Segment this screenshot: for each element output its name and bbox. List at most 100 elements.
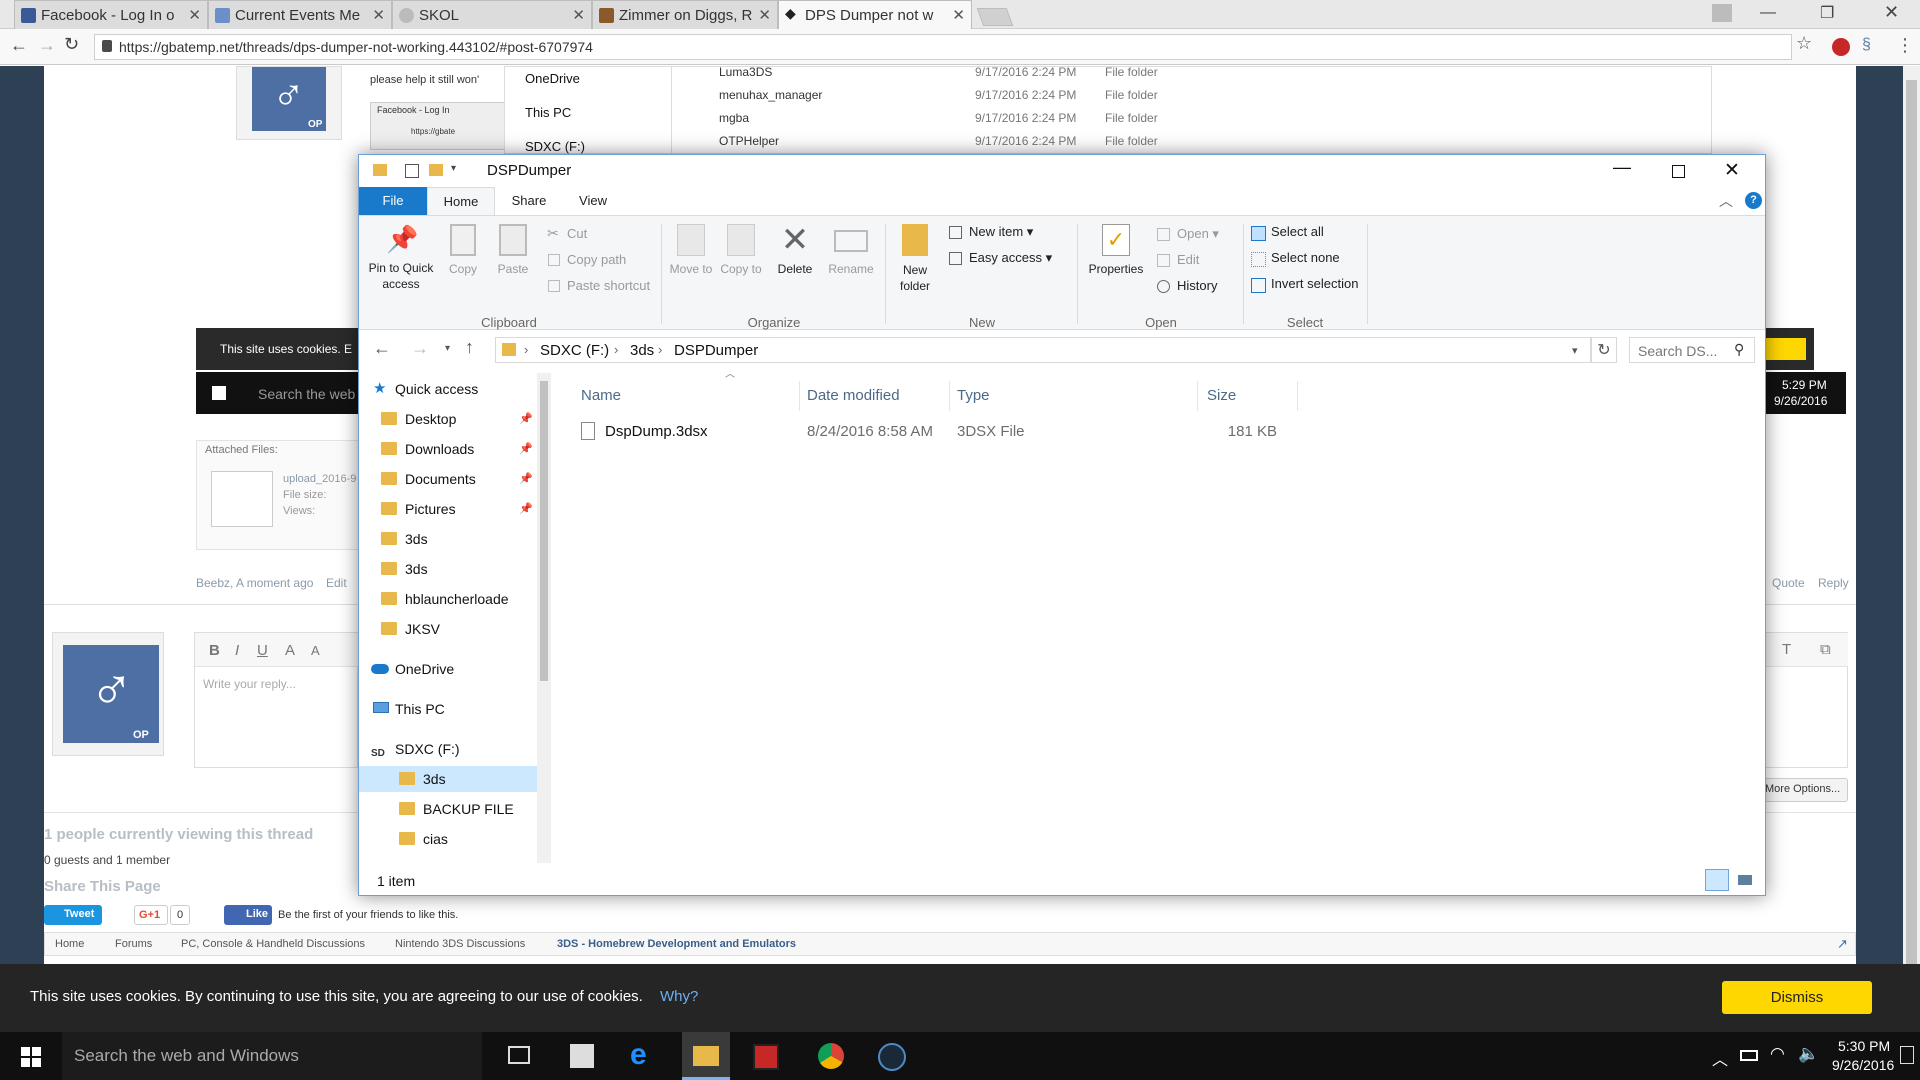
column-type[interactable]: Type — [957, 387, 990, 404]
profile-icon[interactable] — [1712, 4, 1732, 22]
back-arrow-icon[interactable]: ← — [373, 338, 391, 359]
close-icon[interactable]: ✕ — [1724, 159, 1740, 182]
column-divider[interactable] — [799, 381, 800, 411]
chevron-up-icon[interactable]: ︿ — [1712, 1046, 1728, 1070]
pin-icon[interactable]: 📌 — [519, 466, 533, 492]
address-bar[interactable]: https://gbatemp.net/threads/dps-dumper-n… — [94, 34, 1792, 60]
maximize-icon[interactable] — [1672, 165, 1685, 178]
close-window-icon[interactable]: ✕ — [1884, 2, 1899, 23]
new-folder-button[interactable]: New folder — [891, 222, 939, 294]
pin-to-quick-access-button[interactable]: 📌 Pin to Quick access — [365, 222, 437, 292]
nav-hblauncherloader[interactable]: hblauncherloade — [369, 586, 537, 612]
tab-file[interactable]: File — [359, 187, 427, 215]
close-tab-icon[interactable]: ✕ — [372, 6, 385, 24]
up-arrow-icon[interactable]: ↑ — [465, 337, 474, 358]
nav-3ds-selected[interactable]: 3ds — [359, 766, 537, 792]
edit-button[interactable]: Edit — [1155, 252, 1199, 267]
browser-tab-facebook[interactable]: Facebook - Log In o ✕ — [14, 0, 208, 29]
post-edit-link[interactable]: Edit — [326, 576, 347, 590]
close-tab-icon[interactable]: ✕ — [758, 6, 771, 24]
close-tab-icon[interactable]: ✕ — [952, 6, 965, 24]
breadcrumb-separator-icon[interactable]: › — [524, 342, 528, 357]
taskbar-search-box[interactable]: Search the web and Windows — [62, 1032, 482, 1080]
nav-scrollbar[interactable] — [537, 373, 551, 863]
invert-selection-button[interactable]: Invert selection — [1249, 276, 1358, 293]
reload-icon[interactable]: ↻ — [64, 34, 79, 55]
properties-quick-icon[interactable] — [405, 164, 419, 178]
italic-button[interactable]: I — [235, 642, 239, 659]
help-icon[interactable]: ? — [1745, 192, 1762, 209]
source-mode-icon[interactable]: ⧉ — [1820, 641, 1831, 658]
font-color-button[interactable]: A — [285, 642, 295, 659]
menu-icon[interactable]: ⋮ — [1896, 35, 1914, 56]
cut-button[interactable]: ✂ Cut — [545, 225, 587, 241]
nav-quick-access[interactable]: ★ Quick access — [359, 376, 537, 402]
breadcrumb-separator-icon[interactable]: › — [614, 342, 618, 357]
page-scrollbar[interactable] — [1903, 66, 1920, 1032]
nav-backup-file[interactable]: BACKUP FILE — [359, 796, 537, 822]
paste-shortcut-button[interactable]: Paste shortcut — [545, 278, 650, 293]
column-size[interactable]: Size — [1207, 387, 1236, 404]
breadcrumb-dspdumper[interactable]: DSPDumper — [674, 342, 758, 359]
scrollbar-thumb[interactable] — [1906, 80, 1917, 990]
breadcrumb-forums[interactable]: Forums — [115, 938, 152, 950]
breadcrumb-3ds-discussions[interactable]: Nintendo 3DS Discussions — [395, 938, 525, 950]
collapse-ribbon-icon[interactable]: ︿ — [1719, 191, 1733, 211]
reply-editor[interactable]: B I U A A Write your reply... — [194, 632, 359, 768]
font-size-button[interactable]: A — [311, 643, 320, 658]
windows-start-icon[interactable] — [21, 1047, 41, 1067]
forward-arrow-icon[interactable]: → — [38, 35, 56, 56]
nav-pictures[interactable]: Pictures 📌 — [369, 496, 537, 522]
breadcrumb-separator-icon[interactable]: › — [658, 342, 662, 357]
nav-jksv[interactable]: JKSV — [369, 616, 537, 642]
open-button[interactable]: Open ▾ — [1155, 226, 1219, 242]
select-all-button[interactable]: Select all — [1249, 224, 1324, 241]
extension-icon[interactable] — [1832, 38, 1850, 56]
google-plus-button[interactable]: G+1 — [134, 905, 168, 925]
wifi-icon[interactable]: ◠ — [1770, 1044, 1785, 1064]
select-none-button[interactable]: Select none — [1249, 250, 1340, 267]
browser-tab-skol[interactable]: SKOL ✕ — [392, 0, 592, 29]
nav-this-pc[interactable]: This PC — [359, 696, 537, 722]
avatar[interactable]: ♂ OP — [252, 67, 326, 131]
store-icon[interactable] — [570, 1044, 594, 1068]
more-options-button[interactable]: More Options... — [1758, 778, 1848, 802]
nav-3ds[interactable]: 3ds — [369, 556, 537, 582]
minimize-icon[interactable]: — — [1613, 157, 1631, 178]
forward-arrow-icon[interactable]: → — [411, 338, 429, 359]
pin-icon[interactable]: 📌 — [519, 406, 533, 432]
bookmark-star-icon[interactable]: ☆ — [1796, 33, 1812, 54]
extension-icon[interactable]: § — [1862, 36, 1871, 54]
volume-icon[interactable]: 🔈 — [1798, 1044, 1819, 1064]
breadcrumb-pc-console[interactable]: PC, Console & Handheld Discussions — [181, 938, 365, 950]
search-input[interactable]: Search DS... ⚲ — [1629, 337, 1755, 363]
easy-access-button[interactable]: Easy access ▾ — [947, 250, 1052, 266]
new-tab-button[interactable] — [976, 8, 1014, 26]
minimize-window-icon[interactable]: — — [1760, 4, 1776, 22]
browser-tab-current-events[interactable]: Current Events Me ✕ — [208, 0, 392, 29]
refresh-icon[interactable]: ↻ — [1591, 337, 1617, 363]
bold-button[interactable]: B — [209, 642, 220, 659]
column-name[interactable]: Name — [581, 387, 621, 404]
customize-toolbar-icon[interactable]: ▾ — [451, 163, 456, 174]
breadcrumb-sdxc[interactable]: SDXC (F:) — [540, 342, 609, 359]
nav-cias[interactable]: cias — [359, 826, 537, 852]
recent-locations-chevron-icon[interactable]: ▾ — [445, 343, 450, 354]
breadcrumb-3ds[interactable]: 3ds — [630, 342, 654, 359]
pin-icon[interactable]: 📌 — [519, 496, 533, 522]
copy-path-button[interactable]: Copy path — [545, 252, 626, 267]
facebook-like-button[interactable]: Like — [224, 905, 272, 925]
close-tab-icon[interactable]: ✕ — [188, 6, 201, 24]
column-divider[interactable] — [1297, 381, 1298, 411]
pin-icon[interactable]: 📌 — [519, 436, 533, 462]
taskbar-clock[interactable]: 5:30 PM 9/26/2016 — [1832, 1036, 1894, 1076]
nav-downloads[interactable]: Downloads 📌 — [369, 436, 537, 462]
attachment-thumbnail[interactable] — [211, 471, 273, 527]
edge-icon[interactable]: e — [630, 1038, 647, 1072]
breadcrumb-homebrew[interactable]: 3DS - Homebrew Development and Emulators — [557, 938, 796, 950]
nav-scrollbar-thumb[interactable] — [540, 381, 548, 681]
new-folder-quick-icon[interactable] — [429, 164, 443, 176]
column-date-modified[interactable]: Date modified — [807, 387, 900, 404]
column-divider[interactable] — [949, 381, 950, 411]
close-tab-icon[interactable]: ✕ — [572, 6, 585, 24]
